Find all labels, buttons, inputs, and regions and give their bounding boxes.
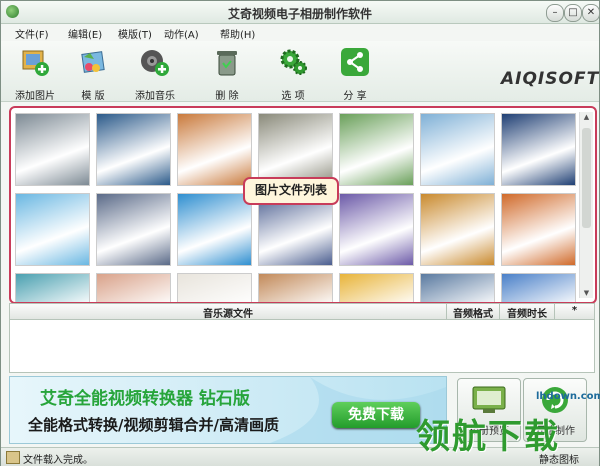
template-button[interactable]: 模 版 xyxy=(63,47,123,102)
scroll-down-icon[interactable]: ▼ xyxy=(582,288,591,298)
menu-template[interactable]: 模版(T) xyxy=(118,26,152,41)
thumbnail-sky[interactable] xyxy=(501,273,576,302)
thumbnail-tulips[interactable] xyxy=(339,273,414,302)
add-image-icon xyxy=(20,47,50,77)
menu-file[interactable]: 文件(F) xyxy=(15,26,49,41)
thumbnail-palace[interactable] xyxy=(258,273,333,302)
maximize-icon[interactable]: □ xyxy=(564,4,582,22)
music-table[interactable]: 音乐源文件 音频格式 音频时长 * xyxy=(9,303,595,373)
delete-button[interactable]: 删 除 xyxy=(197,47,257,102)
app-window: 艾奇视频电子相册制作软件 – □ ✕ 文件(F) 编辑(E) 模版(T) 动作(… xyxy=(0,0,600,466)
thumbnail-sydney-bridge[interactable] xyxy=(501,113,576,186)
thumbnail-sheet-music[interactable] xyxy=(177,273,252,302)
close-icon[interactable]: ✕ xyxy=(582,4,600,22)
image-file-list[interactable]: ▲ ▼ xyxy=(9,106,597,304)
gear-icon xyxy=(278,47,308,77)
brand-logo: AIQISOFT xyxy=(501,69,600,89)
thumbnail-woman-portrait[interactable] xyxy=(15,273,90,302)
free-download-button[interactable]: 免费下载 xyxy=(332,402,420,428)
title-bar: 艾奇视频电子相册制作软件 – □ ✕ xyxy=(1,1,600,24)
menu-edit[interactable]: 编辑(E) xyxy=(68,26,102,41)
banner-title: 艾奇全能视频转换器 钻石版 xyxy=(40,389,250,409)
col-audio-duration[interactable]: 音频时长 xyxy=(500,305,554,320)
thumbnail-eiffel-sunset[interactable] xyxy=(420,193,495,266)
watermark-text: 领航下载 xyxy=(416,417,560,457)
template-icon xyxy=(78,47,108,77)
status-text: 文件载入完成。 xyxy=(23,455,93,466)
scroll-up-icon[interactable]: ▲ xyxy=(582,112,591,122)
window-title: 艾奇视频电子相册制作软件 xyxy=(227,7,372,21)
thumbnail-person-closeup[interactable] xyxy=(96,273,171,302)
trash-icon xyxy=(212,47,242,77)
thumbnail-eiffel-tower[interactable] xyxy=(15,113,90,186)
music-table-header: 音乐源文件 音频格式 音频时长 * xyxy=(10,304,594,320)
share-icon xyxy=(340,47,370,77)
options-button[interactable]: 选 项 xyxy=(263,47,323,102)
ad-banner[interactable]: 艾奇全能视频转换器 钻石版 全能格式转换/视频剪辑合并/高清画质 免费下载 xyxy=(9,376,447,444)
add-music-button[interactable]: 添加音乐 xyxy=(125,47,185,102)
minimize-icon[interactable]: – xyxy=(546,4,564,22)
thumbnail-blue-eiffel[interactable] xyxy=(15,193,90,266)
thumbnail-tower-bridge[interactable] xyxy=(339,193,414,266)
share-button[interactable]: 分 享 xyxy=(325,47,385,102)
thumbnail-stonehenge[interactable] xyxy=(177,113,252,186)
thumbnail-penguins[interactable] xyxy=(420,273,495,302)
menu-help[interactable]: 帮助(H) xyxy=(220,26,255,41)
vertical-scrollbar[interactable]: ▲ ▼ xyxy=(579,112,593,298)
menu-action[interactable]: 动作(A) xyxy=(164,26,199,41)
thumbnail-water-splash[interactable] xyxy=(177,193,252,266)
menu-bar: 文件(F) 编辑(E) 模版(T) 动作(A) 帮助(H) xyxy=(1,24,599,41)
thumbnail-stones-flowers[interactable] xyxy=(258,113,333,186)
thumbnail-earth-orbit[interactable] xyxy=(96,113,171,186)
thumbnail-colosseum[interactable] xyxy=(96,193,171,266)
col-star[interactable]: * xyxy=(555,305,594,316)
add-image-button[interactable]: 添加图片 xyxy=(5,47,65,102)
thumbnail-ferris-wheel[interactable] xyxy=(420,113,495,186)
scroll-thumb[interactable] xyxy=(582,128,591,228)
banner-subtitle: 全能格式转换/视频剪辑合并/高清画质 xyxy=(28,416,279,434)
status-icon xyxy=(6,451,20,464)
col-music-source[interactable]: 音乐源文件 xyxy=(10,305,446,320)
thumbnail-duckling[interactable] xyxy=(339,113,414,186)
add-music-icon xyxy=(140,47,170,77)
col-audio-format[interactable]: 音频格式 xyxy=(447,305,499,320)
image-list-callout: 图片文件列表 xyxy=(243,177,340,205)
thumbnail-desert-rocks[interactable] xyxy=(501,193,576,266)
watermark-url: lhdown.com xyxy=(536,391,600,402)
